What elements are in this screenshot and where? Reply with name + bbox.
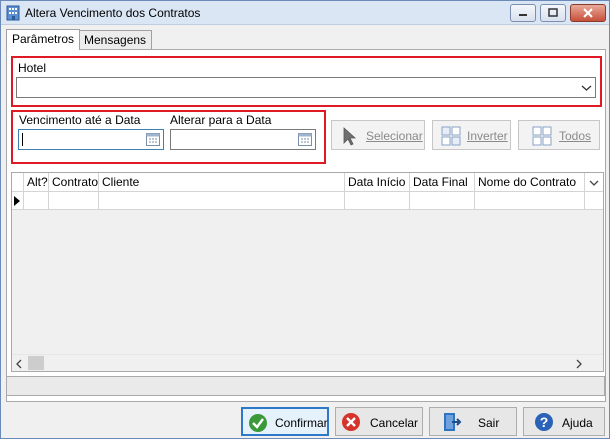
grid-header: Alt? Contrato Cliente Data Início Data F…	[12, 173, 603, 192]
hotel-combobox[interactable]	[16, 77, 596, 98]
selecionar-button[interactable]: Selecionar	[331, 120, 425, 150]
row-indicator-header	[12, 173, 24, 191]
tab-panel-parametros: Hotel Vencimento até a Data Alterar para…	[6, 49, 606, 402]
cell-cliente[interactable]	[99, 192, 345, 209]
alterar-label: Alterar para a Data	[170, 113, 272, 127]
tab-parametros[interactable]: Parâmetros	[6, 29, 81, 50]
todos-label: Todos	[559, 129, 592, 143]
app-building-icon	[6, 5, 20, 21]
app-window: Altera Vencimento dos Contratos Parâmetr…	[0, 0, 610, 439]
horizontal-scrollbar[interactable]	[12, 354, 603, 371]
scroll-right-icon[interactable]	[575, 359, 583, 369]
confirmar-label: Confirmar	[275, 416, 328, 430]
chevron-down-icon	[581, 85, 592, 91]
ajuda-label: Ajuda	[562, 416, 593, 430]
title-bar[interactable]: Altera Vencimento dos Contratos	[1, 1, 609, 25]
cursor-arrow-icon	[343, 127, 357, 146]
cancelar-button[interactable]: Cancelar	[335, 407, 423, 436]
column-header-data-inicio[interactable]: Data Início	[345, 173, 410, 191]
row-indicator	[12, 192, 24, 209]
window-title: Altera Vencimento dos Contratos	[25, 6, 201, 20]
sair-label: Sair	[478, 416, 500, 430]
minimize-icon	[519, 14, 527, 16]
cell-contrato[interactable]	[49, 192, 99, 209]
horizontal-scroll-thumb[interactable]	[28, 356, 44, 370]
maximize-icon	[548, 8, 558, 17]
column-header-alt[interactable]: Alt?	[24, 173, 49, 191]
table-row[interactable]	[12, 192, 603, 210]
calendar-icon[interactable]	[146, 133, 160, 146]
cell-alt[interactable]	[24, 192, 49, 209]
inverter-label: Inverter	[467, 129, 508, 143]
todos-button[interactable]: Todos	[518, 120, 600, 150]
confirmar-button[interactable]: Confirmar	[241, 407, 329, 436]
column-header-data-final[interactable]: Data Final	[410, 173, 475, 191]
ajuda-button[interactable]: ? Ajuda	[523, 407, 605, 436]
cancel-icon	[342, 413, 360, 431]
scroll-down-icon[interactable]	[589, 179, 599, 187]
cell-data-inicio[interactable]	[345, 192, 410, 209]
vencimento-date-field[interactable]	[18, 129, 164, 150]
text-caret	[22, 133, 23, 146]
help-icon: ?	[535, 413, 553, 431]
status-bar	[6, 376, 605, 396]
column-header-nome-contrato[interactable]: Nome do Contrato	[475, 173, 585, 191]
svg-text:?: ?	[540, 414, 549, 430]
cell-nome-contrato[interactable]	[475, 192, 585, 209]
hotel-label: Hotel	[18, 61, 47, 75]
close-button[interactable]	[570, 4, 606, 22]
calendar-icon[interactable]	[298, 133, 312, 146]
invert-selection-icon	[441, 126, 461, 146]
maximize-button[interactable]	[540, 4, 566, 22]
column-header-contrato[interactable]: Contrato	[49, 173, 99, 191]
exit-door-icon	[444, 413, 462, 431]
column-header-cliente[interactable]: Cliente	[99, 173, 345, 191]
inverter-button[interactable]: Inverter	[432, 120, 511, 150]
current-row-arrow-icon	[14, 196, 20, 206]
contracts-grid[interactable]: Alt? Contrato Cliente Data Início Data F…	[11, 172, 604, 372]
sair-button[interactable]: Sair	[429, 407, 517, 436]
close-icon	[583, 8, 593, 18]
check-icon	[249, 414, 267, 432]
minimize-button[interactable]	[510, 4, 536, 22]
selecionar-label: Selecionar	[366, 129, 423, 143]
scroll-left-icon[interactable]	[15, 359, 23, 369]
cell-data-final[interactable]	[410, 192, 475, 209]
alterar-date-field[interactable]	[170, 129, 316, 150]
vencimento-label: Vencimento até a Data	[19, 113, 141, 127]
select-all-icon	[532, 126, 552, 146]
tab-mensagens[interactable]: Mensagens	[78, 30, 153, 49]
cancelar-label: Cancelar	[370, 416, 419, 430]
